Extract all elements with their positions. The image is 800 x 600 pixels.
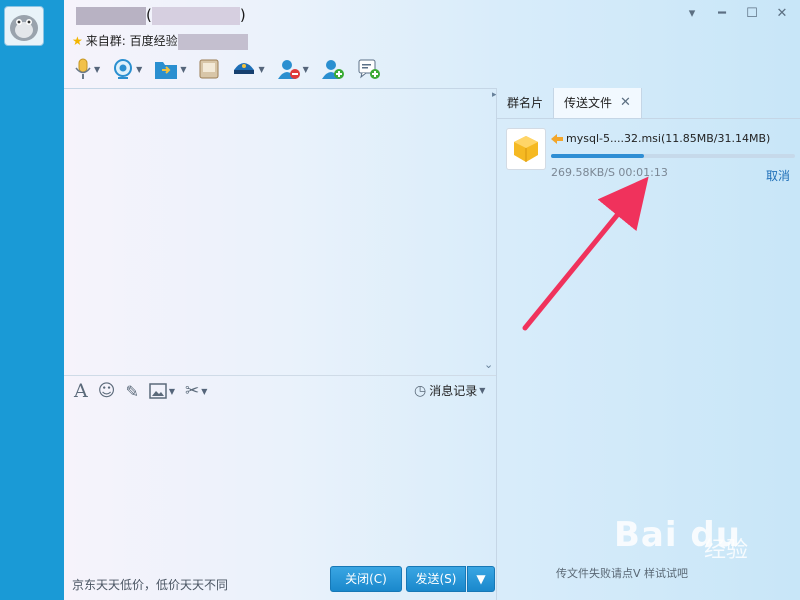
chevron-down-icon[interactable]: ▼: [201, 387, 207, 396]
close-icon[interactable]: ✕: [774, 6, 790, 22]
apps-button[interactable]: ▼: [232, 58, 265, 80]
chevron-down-icon[interactable]: ▼: [180, 65, 186, 74]
remove-user-icon: [277, 60, 300, 79]
video-call-button[interactable]: ▼: [112, 58, 142, 80]
close-icon[interactable]: ✕: [620, 88, 631, 118]
input-format-tools: A ☺ ✎ ▼ ✂ ▼: [74, 380, 207, 402]
transfer-arrow-icon: [551, 134, 563, 144]
clock-icon: ◷: [414, 382, 427, 399]
menu-dropdown-icon[interactable]: ▾: [684, 6, 700, 22]
voice-call-button[interactable]: ▼: [74, 58, 100, 80]
redacted-group-block: [177, 33, 248, 50]
avatar-penguin-icon: [10, 15, 38, 41]
source-label: 来自群:: [85, 34, 126, 48]
chevron-down-icon[interactable]: ▼: [169, 387, 175, 396]
panel-divider: [496, 88, 497, 600]
chat-toolbar: ▼ ▼ ▼ ▼ ▼: [74, 56, 393, 82]
baidu-watermark-suffix: 经验: [704, 538, 749, 563]
file-thumbnail: [506, 128, 546, 170]
camera-icon: [114, 59, 133, 79]
transfer-hint[interactable]: 传文件失败请点V 样试试吧: [556, 565, 688, 581]
image-icon[interactable]: ▼: [149, 383, 175, 399]
ad-link[interactable]: 京东天天低价，低价天天不同: [72, 576, 228, 593]
emoji-icon[interactable]: ☺: [98, 381, 116, 401]
new-message-button[interactable]: [357, 58, 381, 80]
cancel-transfer-link[interactable]: 取消: [766, 167, 790, 184]
chat-window: () ★ 来自群: 百度经验 ▾ ━ ☐ ✕ ▼ ▼ ▼ ▼ ▼ ▸ ⌄ A ☺…: [64, 0, 800, 600]
add-user-icon: [321, 60, 344, 79]
package-icon: [514, 136, 538, 162]
remove-member-button[interactable]: ▼: [277, 58, 309, 80]
font-icon[interactable]: A: [74, 380, 88, 402]
group-name: 百度经验: [129, 34, 178, 48]
chevron-down-icon[interactable]: ▼: [136, 65, 142, 74]
invite-member-button[interactable]: [321, 58, 345, 80]
screenshot-icon[interactable]: ✂ ▼: [185, 381, 207, 401]
picture-icon: [149, 383, 167, 399]
star-icon: ★: [72, 34, 83, 48]
chevron-down-icon[interactable]: ▼: [258, 65, 264, 74]
close-button[interactable]: 关闭(C): [330, 566, 402, 592]
tab-file-transfer-label: 传送文件: [564, 96, 613, 110]
avatar[interactable]: [4, 6, 44, 46]
microphone-icon: [75, 58, 91, 79]
title-close-paren: ): [239, 6, 246, 24]
window-title: (): [76, 6, 246, 25]
redacted-id-block: [151, 6, 240, 25]
send-file-button[interactable]: ▼: [154, 58, 186, 80]
app-icon: [234, 63, 255, 74]
history-label: 消息记录: [429, 384, 478, 398]
send-options-button[interactable]: ▼: [467, 566, 495, 592]
send-button[interactable]: 发送(S): [406, 566, 466, 592]
chevron-down-icon: ▼: [476, 572, 486, 586]
left-sidebar-strip: [0, 0, 64, 600]
redacted-name-block: [76, 6, 146, 25]
screen-share-icon: [199, 59, 219, 79]
folder-icon: [155, 62, 178, 79]
side-panel-tabs: 群名片 传送文件 ✕: [497, 88, 800, 119]
chevron-down-icon[interactable]: ▼: [94, 65, 100, 74]
chevron-down-icon[interactable]: ▼: [303, 65, 309, 74]
progress-fill: [551, 154, 644, 158]
tab-file-transfer[interactable]: 传送文件 ✕: [553, 88, 642, 118]
screen-share-button[interactable]: [198, 58, 220, 80]
message-input[interactable]: [64, 405, 496, 565]
expand-input-icon[interactable]: ⌄: [484, 358, 493, 371]
minimize-icon[interactable]: ━: [714, 6, 730, 22]
window-controls: ▾ ━ ☐ ✕: [684, 6, 790, 22]
tab-group-card[interactable]: 群名片: [497, 88, 553, 118]
group-source: ★ 来自群: 百度经验: [72, 32, 248, 50]
maximize-icon[interactable]: ☐: [744, 6, 760, 22]
message-add-icon: [358, 59, 380, 79]
chevron-down-icon: ▼: [479, 386, 486, 395]
file-name: mysql-5....32.msi(11.85MB/31.14MB): [566, 132, 771, 145]
edit-icon[interactable]: ✎: [125, 382, 138, 401]
transfer-speed: 269.58KB/S 00:01:13: [551, 166, 668, 179]
message-history-button[interactable]: ◷ 消息记录 ▼: [414, 382, 485, 399]
message-history-area[interactable]: [64, 89, 496, 371]
